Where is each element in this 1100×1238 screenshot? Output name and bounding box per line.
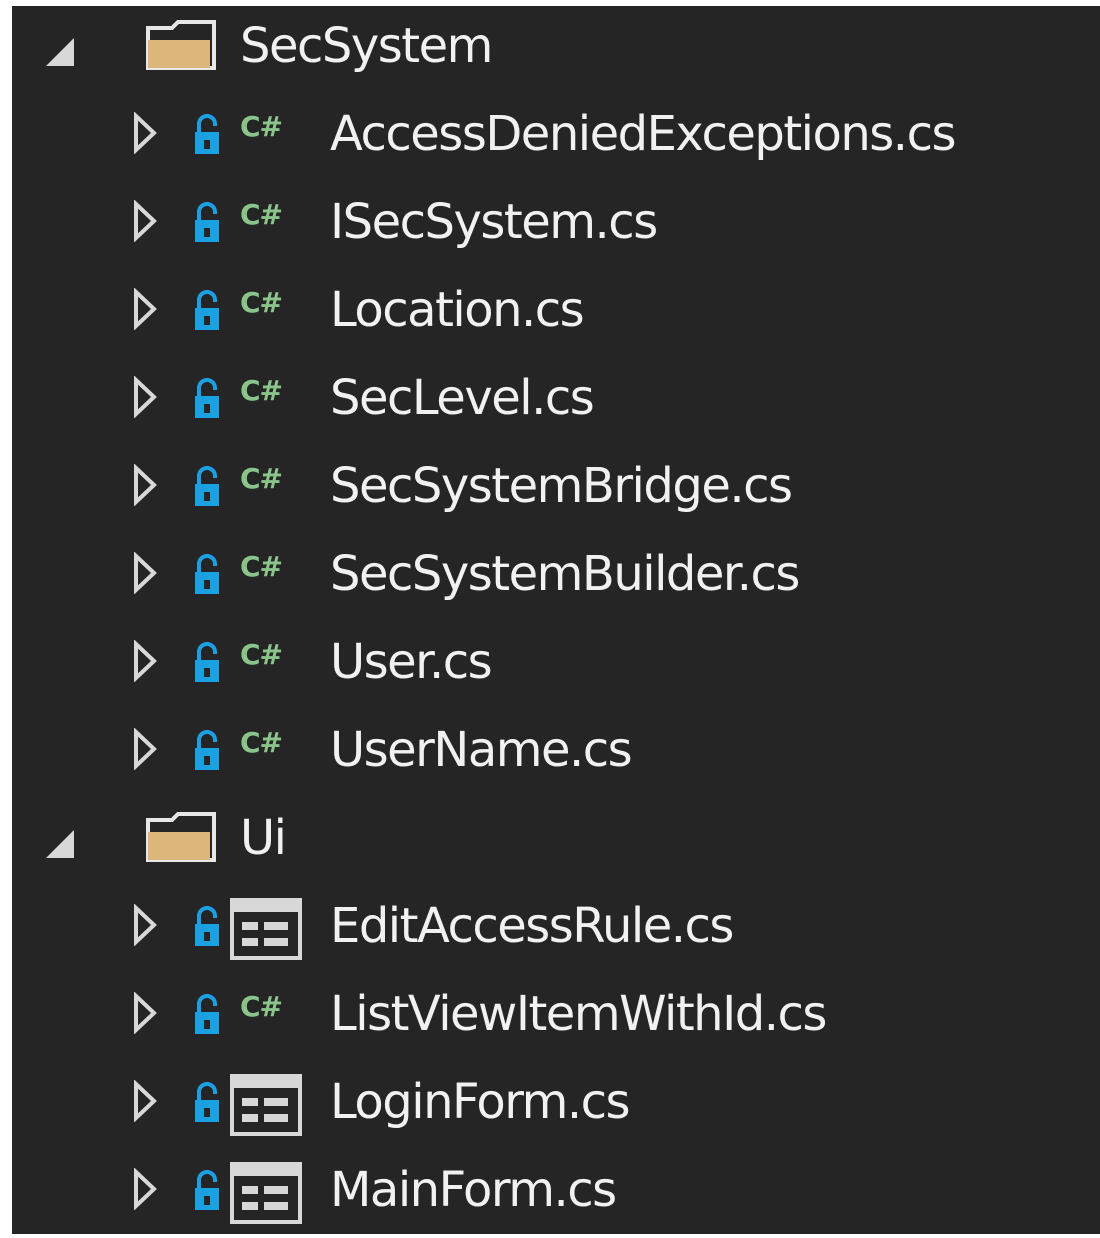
- folder-icon: [144, 810, 218, 866]
- lock-icon: [192, 466, 222, 510]
- file-label: SecSystemBuilder.cs: [330, 546, 800, 602]
- collapsed-chevron-icon[interactable]: [132, 288, 158, 330]
- folder-label: Ui: [240, 810, 287, 866]
- collapsed-chevron-icon[interactable]: [132, 464, 158, 506]
- collapsed-chevron-icon[interactable]: [132, 200, 158, 242]
- file-label: MainForm.cs: [330, 1162, 617, 1218]
- folder-icon: [144, 18, 218, 74]
- file-row-accessdeniedexceptions[interactable]: C# AccessDeniedExceptions.cs: [12, 94, 1100, 182]
- file-row-user[interactable]: C# User.cs: [12, 622, 1100, 710]
- lock-icon: [192, 1082, 222, 1126]
- file-row-secsystembridge[interactable]: C# SecSystemBridge.cs: [12, 446, 1100, 534]
- file-label: SecLevel.cs: [330, 370, 595, 426]
- form-icon: [230, 1074, 302, 1136]
- file-label: UserName.cs: [330, 722, 633, 778]
- file-label: User.cs: [330, 634, 493, 690]
- expanded-chevron-icon[interactable]: [46, 38, 74, 66]
- form-icon: [230, 1162, 302, 1224]
- collapsed-chevron-icon[interactable]: [132, 640, 158, 682]
- lock-icon: [192, 114, 222, 158]
- csharp-icon: C#: [240, 198, 283, 231]
- lock-icon: [192, 642, 222, 686]
- lock-icon: [192, 378, 222, 422]
- file-row-isecsystem[interactable]: C# ISecSystem.cs: [12, 182, 1100, 270]
- collapsed-chevron-icon[interactable]: [132, 376, 158, 418]
- file-label: EditAccessRule.cs: [330, 898, 734, 954]
- lock-icon: [192, 290, 222, 334]
- file-row-listviewitemwithid[interactable]: C# ListViewItemWithId.cs: [12, 974, 1100, 1062]
- csharp-icon: C#: [240, 110, 283, 143]
- collapsed-chevron-icon[interactable]: [132, 552, 158, 594]
- csharp-icon: C#: [240, 638, 283, 671]
- collapsed-chevron-icon[interactable]: [132, 992, 158, 1034]
- file-row-secsystembuilder[interactable]: C# SecSystemBuilder.cs: [12, 534, 1100, 622]
- csharp-icon: C#: [240, 286, 283, 319]
- csharp-icon: C#: [240, 726, 283, 759]
- file-label: ListViewItemWithId.cs: [330, 986, 827, 1042]
- lock-icon: [192, 730, 222, 774]
- folder-row-secsystem[interactable]: SecSystem: [12, 6, 1100, 94]
- csharp-icon: C#: [240, 990, 283, 1023]
- folder-row-ui[interactable]: Ui: [12, 798, 1100, 886]
- file-label: ISecSystem.cs: [330, 194, 658, 250]
- collapsed-chevron-icon[interactable]: [132, 1168, 158, 1210]
- collapsed-chevron-icon[interactable]: [132, 112, 158, 154]
- file-row-editaccessrule[interactable]: EditAccessRule.cs: [12, 886, 1100, 974]
- collapsed-chevron-icon[interactable]: [132, 904, 158, 946]
- folder-label: SecSystem: [240, 18, 493, 74]
- lock-icon: [192, 906, 222, 950]
- expanded-chevron-icon[interactable]: [46, 830, 74, 858]
- file-row-loginform[interactable]: LoginForm.cs: [12, 1062, 1100, 1150]
- file-row-username[interactable]: C# UserName.cs: [12, 710, 1100, 798]
- file-label: AccessDeniedExceptions.cs: [330, 106, 956, 162]
- csharp-icon: C#: [240, 374, 283, 407]
- file-label: LoginForm.cs: [330, 1074, 631, 1130]
- lock-icon: [192, 994, 222, 1038]
- file-label: Location.cs: [330, 282, 585, 338]
- file-row-location[interactable]: C# Location.cs: [12, 270, 1100, 358]
- collapsed-chevron-icon[interactable]: [132, 1080, 158, 1122]
- csharp-icon: C#: [240, 550, 283, 583]
- csharp-icon: C#: [240, 462, 283, 495]
- lock-icon: [192, 554, 222, 598]
- solution-tree: SecSystem C# AccessDeniedExceptions.cs C…: [12, 6, 1100, 1234]
- file-row-seclevel[interactable]: C# SecLevel.cs: [12, 358, 1100, 446]
- form-icon: [230, 898, 302, 960]
- file-label: SecSystemBridge.cs: [330, 458, 793, 514]
- file-row-mainform[interactable]: MainForm.cs: [12, 1150, 1100, 1238]
- lock-icon: [192, 1170, 222, 1214]
- solution-explorer-panel: SecSystem C# AccessDeniedExceptions.cs C…: [12, 6, 1100, 1234]
- lock-icon: [192, 202, 222, 246]
- collapsed-chevron-icon[interactable]: [132, 728, 158, 770]
